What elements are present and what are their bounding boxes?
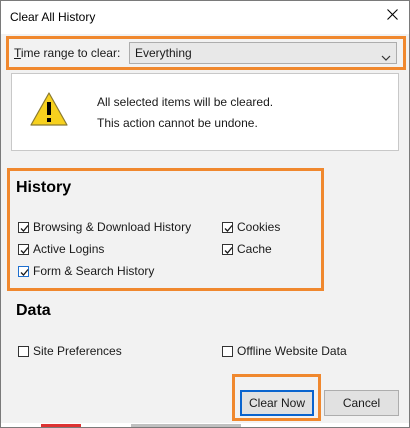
- data-site-preferences-checkbox[interactable]: Site Preferences: [18, 343, 122, 359]
- checkbox-label: Site Preferences: [33, 344, 122, 358]
- background-fragment: [41, 424, 81, 427]
- warning-triangle-icon: [29, 91, 69, 130]
- checkbox-label: Browsing & Download History: [33, 220, 192, 234]
- history-form-search-checkbox[interactable]: Form & Search History: [18, 263, 154, 279]
- history-heading: History: [16, 179, 72, 196]
- dialog-title: Clear All History: [10, 10, 96, 24]
- warning-panel: All selected items will be cleared. This…: [11, 73, 399, 151]
- cancel-button[interactable]: Cancel: [324, 390, 399, 416]
- clear-history-dialog: Clear All History Time range to clear: E…: [0, 0, 410, 428]
- history-browsing-checkbox[interactable]: Browsing & Download History: [18, 219, 191, 235]
- background-window-strip: [1, 423, 409, 427]
- checkbox[interactable]: [18, 221, 29, 233]
- checkbox[interactable]: [18, 265, 29, 277]
- time-range-label: Time range to clear:: [14, 46, 121, 60]
- title-bar: Clear All History: [1, 1, 409, 34]
- checkbox-label: Form & Search History: [33, 264, 155, 278]
- background-fragment: [131, 424, 241, 427]
- checkbox[interactable]: [18, 243, 29, 255]
- close-icon: [386, 9, 398, 23]
- history-cache-checkbox[interactable]: Cache: [222, 241, 272, 257]
- history-cookies-checkbox[interactable]: Cookies: [222, 219, 280, 235]
- checkbox-label: Cache: [237, 242, 272, 256]
- data-offline-website-checkbox[interactable]: Offline Website Data: [222, 343, 347, 359]
- checkbox-label: Active Logins: [33, 242, 105, 256]
- checkbox[interactable]: [222, 221, 233, 233]
- data-heading: Data: [16, 302, 51, 319]
- checkbox-label: Offline Website Data: [237, 344, 347, 358]
- time-range-select[interactable]: Everything: [129, 42, 397, 64]
- checkbox[interactable]: [18, 345, 29, 357]
- checkbox[interactable]: [222, 345, 233, 357]
- close-button[interactable]: [375, 1, 409, 31]
- warning-line-1: All selected items will be cleared.: [97, 95, 274, 109]
- history-active-logins-checkbox[interactable]: Active Logins: [18, 241, 104, 257]
- checkbox-label: Cookies: [237, 220, 281, 234]
- warning-line-2: This action cannot be undone.: [97, 116, 258, 130]
- chevron-down-icon: [381, 48, 391, 68]
- clear-now-button[interactable]: Clear Now: [240, 390, 314, 416]
- time-range-value: Everything: [135, 46, 192, 60]
- checkbox[interactable]: [222, 243, 233, 255]
